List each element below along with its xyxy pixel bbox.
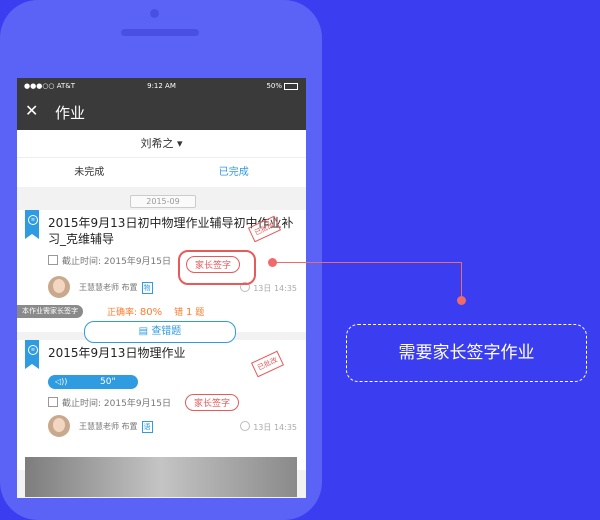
calendar-icon [48,255,58,265]
teacher-info: 王慧慧老师 布置语 [79,421,153,433]
deadline-label: 截止时间: [62,399,102,409]
callout-end-dot [457,296,466,305]
student-selector[interactable]: 刘希之 ▾ [17,130,306,158]
assigned-time: 13日 14:35 [240,421,297,433]
callout-connector [461,262,462,299]
homework-photo[interactable] [25,457,297,497]
speaker-grille [121,29,199,36]
camera-icon [150,9,159,18]
parent-signature-required-tag: 本作业需家长签字 [17,305,83,318]
teacher-name: 王慧慧老师 布置 [79,283,138,292]
bookmark-icon: ≡ [25,210,39,239]
audio-wave-icon: ◁)) [55,377,68,386]
subject-tag: 物 [141,282,153,294]
status-bar: ●●●○○ AT&T 9:12 AM 50% [17,78,306,94]
nav-bar: ✕ 作业 [17,94,306,130]
deadline: 截止时间: 2015年9月15日 [48,396,171,409]
calendar-icon [48,397,58,407]
highlight-ring [178,250,256,285]
time-label: 13日 14:35 [253,423,297,432]
homework-card[interactable]: ≡ 2015年9月13日物理作业 ◁)) 50" 截止时间: 2015年9月15日… [17,340,306,497]
app-screen: ●●●○○ AT&T 9:12 AM 50% ✕ 作业 刘希之 ▾ 未完成 已完… [17,78,306,498]
rate-value: 80% [139,307,163,318]
teacher-name: 王慧慧老师 布置 [79,422,138,431]
deadline-date: 2015年9月15日 [103,257,172,267]
avatar [48,415,70,437]
callout-connector [275,262,462,263]
teacher-info: 王慧慧老师 布置物 [79,282,153,294]
wrong-label: 错 [174,308,184,318]
feature-callout: 需要家长签字作业 [346,324,587,382]
list-icon: ▤ [138,326,152,337]
close-icon[interactable]: ✕ [25,101,38,120]
month-divider: 2015-09 [130,195,196,208]
tab-completed[interactable]: 已完成 [162,158,307,188]
page-title: 作业 [55,104,86,122]
avatar [48,276,70,298]
tab-bar: 未完成 已完成 [17,158,306,189]
status-time: 9:12 AM [147,82,176,90]
audio-message[interactable]: ◁)) 50" [48,375,138,389]
rate-label: 正确率: [107,308,138,318]
audio-duration: 50" [100,377,116,387]
battery-percent: 50% [266,82,282,90]
view-mistakes-button[interactable]: ▤ 查错题 [84,321,236,343]
clock-icon [240,421,251,431]
wrong-unit: 题 [195,308,205,318]
accuracy-rate: 正确率: 80% 错 1 题 [107,305,204,318]
battery-indicator: 50% [266,82,298,90]
subject-tag: 语 [141,421,153,433]
time-label: 13日 14:35 [253,284,297,293]
wrong-count: 1 [186,307,193,318]
tab-incomplete[interactable]: 未完成 [17,158,162,188]
bookmark-icon: ≡ [25,340,39,369]
deadline-label: 截止时间: [62,257,102,267]
view-mistakes-label: 查错题 [151,326,182,337]
deadline: 截止时间: 2015年9月15日 [48,254,171,267]
deadline-date: 2015年9月15日 [103,399,172,409]
parent-sign-badge[interactable]: 家长签字 [185,394,240,411]
battery-icon [284,82,298,90]
